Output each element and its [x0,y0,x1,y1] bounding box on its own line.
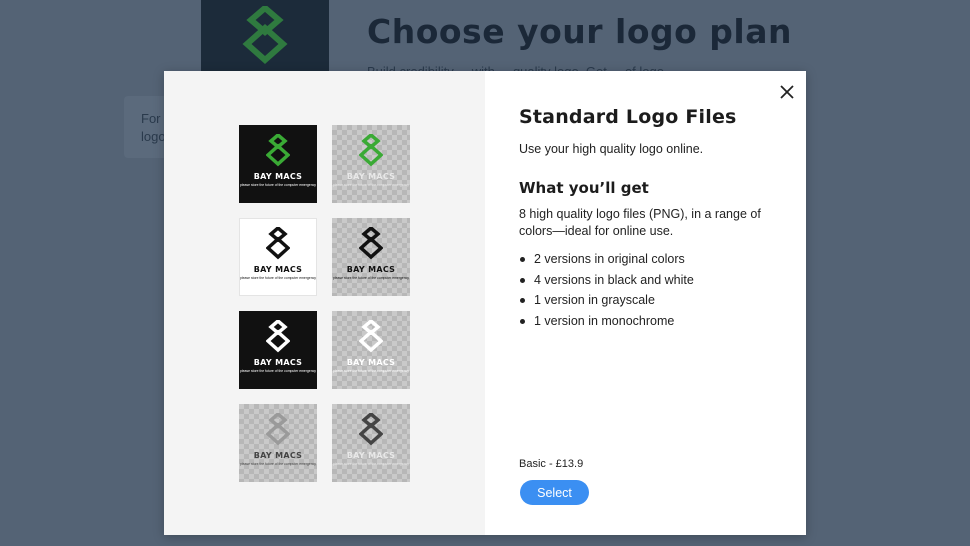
feature-list: 2 versions in original colors 4 versions… [519,252,694,335]
logo-mark-icon [242,6,288,65]
included-section-description: 8 high quality logo files (PNG), in a ra… [519,207,761,238]
logo-brand-name: BAY MACS [346,172,396,181]
logo-tile-original-dark: BAY MACS please store the future of the … [239,125,317,203]
list-item: 1 version in grayscale [519,293,694,314]
logo-tile-original-transparent: BAY MACS please store the future of the … [332,125,410,203]
logo-tagline: please store the future of the computer … [240,369,316,373]
price-label: Basic - £13.9 [519,458,584,470]
plan-title: Standard Logo Files [519,106,737,128]
logo-brand-name: BAY MACS [346,451,396,460]
plan-description: Use your high quality logo online. [519,142,704,156]
logo-tagline: please store the future of the computer … [240,183,316,187]
close-button[interactable] [776,81,798,103]
logo-tile-black-on-white: BAY MACS please store the future of the … [239,218,317,296]
list-item: 4 versions in black and white [519,273,694,294]
logo-tagline: please store the future of the computer … [240,276,316,280]
logo-brand-name: BAY MACS [253,358,303,367]
logo-tile-grayscale: BAY MACS please store the future of the … [239,404,317,482]
logo-tagline: please store the future of the computer … [240,462,316,466]
logo-tile-black-transparent: BAY MACS please store the future of the … [332,218,410,296]
page-title: Choose your logo plan [367,12,792,51]
logo-brand-name: BAY MACS [346,358,396,367]
logo-tagline: please store the future of the computer … [333,276,409,280]
logo-tagline: please store the future of the computer … [333,369,409,373]
logo-mark-icon [266,413,290,446]
logo-mark-icon [359,134,383,167]
logo-mark-icon [359,413,383,446]
logo-mark-icon [359,320,383,353]
select-button[interactable]: Select [520,480,589,505]
logo-brand-name: BAY MACS [253,172,303,181]
logo-brand-name: BAY MACS [253,451,303,460]
logo-mark-icon [266,320,290,353]
logo-brand-name: BAY MACS [253,265,303,274]
logo-tagline: please store the future of the computer … [333,183,409,187]
logo-mark-icon [359,227,383,260]
list-item: 2 versions in original colors [519,252,694,273]
logo-tile-white-on-black: BAY MACS please store the future of the … [239,311,317,389]
list-item: 1 version in monochrome [519,314,694,335]
included-section-title: What you’ll get [519,179,649,197]
logo-files-modal: BAY MACS please store the future of the … [164,71,806,535]
logo-tagline: please store the future of the computer … [333,462,409,466]
plan-details-panel: Standard Logo Files Use your high qualit… [485,71,806,535]
close-icon[interactable] [776,81,798,103]
logo-mark-icon [266,227,290,260]
logo-tile-monochrome: BAY MACS please store the future of the … [332,404,410,482]
logo-tile-white-transparent: BAY MACS please store the future of the … [332,311,410,389]
logo-preview-grid: BAY MACS please store the future of the … [164,71,485,535]
logo-mark-icon [266,134,290,167]
background-logo-preview [201,0,329,72]
logo-brand-name: BAY MACS [346,265,396,274]
